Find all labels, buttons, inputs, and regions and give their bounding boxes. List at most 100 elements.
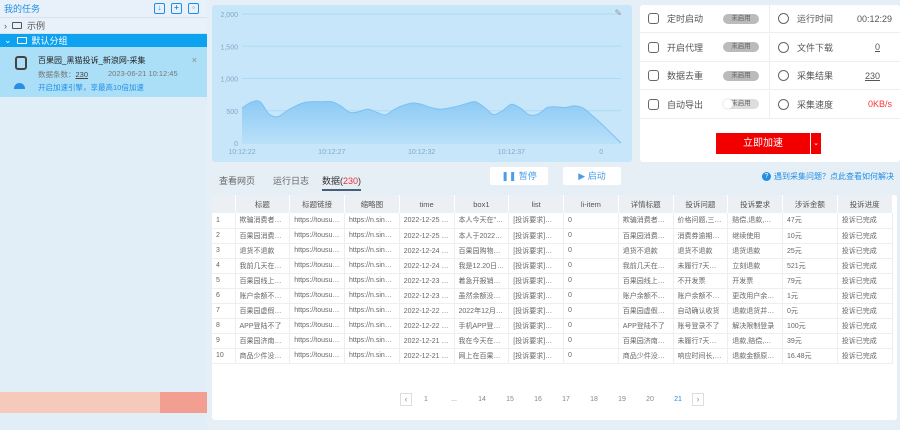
toggle-switch[interactable]: 未启用 — [723, 70, 759, 81]
table-cell: 10元 — [782, 228, 838, 244]
task-count[interactable]: 230 — [76, 70, 89, 79]
table-cell: 39元 — [782, 333, 838, 349]
column-header[interactable]: 详情标题 — [618, 195, 674, 213]
page-button[interactable]: 16 — [524, 396, 552, 403]
column-header[interactable]: 缩略图 — [344, 195, 400, 213]
task-card[interactable]: 百果园_黑猫投诉_新浪网-采集 数据条数：230 2023-06-21 10:1… — [0, 47, 207, 97]
folder-icon — [12, 22, 22, 29]
table-cell: [投诉要求]解决... — [508, 318, 564, 334]
y-tick-label: 1,000 — [220, 77, 238, 84]
folder-default[interactable]: ⌄ 默认分组 — [0, 33, 207, 47]
table-cell: 0 — [563, 213, 619, 229]
speed-gauge-icon — [14, 83, 25, 89]
toggle-switch[interactable]: 未启用 — [723, 13, 759, 24]
table-cell: 投诉已完成 — [837, 288, 893, 304]
tab-log[interactable]: 运行日志 — [273, 174, 309, 187]
table-cell: https://n.sinaim... — [344, 303, 400, 319]
tab-webpage[interactable]: 查看网页 — [219, 174, 255, 187]
table-cell: 开发票 — [727, 273, 783, 289]
new-task-icon[interactable]: + — [171, 3, 182, 14]
start-button[interactable]: ▶ 启动 — [563, 167, 621, 185]
table-row[interactable]: 7 百果园虚假发... https://tousu.s... https://n.si… — [212, 303, 893, 319]
export-icon — [648, 98, 659, 110]
page-button[interactable]: 14 — [468, 396, 496, 403]
accelerate-link[interactable]: 开启加速引擎，享最高10倍加速 — [38, 82, 144, 93]
column-header[interactable]: 投诉要求 — [727, 195, 783, 213]
column-header[interactable]: 标题链接 — [289, 195, 345, 213]
page-button[interactable]: 17 — [552, 396, 580, 403]
table-cell: 继续使用 — [727, 228, 783, 244]
stat-value[interactable]: 230 — [865, 71, 880, 81]
page-button[interactable]: 15 — [496, 396, 524, 403]
column-header[interactable]: 涉诉金额 — [782, 195, 838, 213]
table-cell: 退货退款 — [727, 243, 783, 259]
table-cell: [投诉要求]退款... — [508, 348, 564, 364]
table-row[interactable]: 6 账户余额不超... https://tousu.s... https://n.si… — [212, 288, 893, 304]
page-button[interactable]: 18 — [580, 396, 608, 403]
table-cell: 退款,赔偿,退款... — [727, 333, 783, 349]
table-row[interactable]: 4 我前几天在百... https://tousu.s... https://n.si… — [212, 258, 893, 274]
column-header[interactable]: li-item — [563, 195, 619, 213]
column-header[interactable]: 投诉问题 — [673, 195, 729, 213]
next-page-button[interactable]: › — [692, 393, 704, 406]
table-cell: 0 — [563, 273, 619, 289]
table-row[interactable]: 8 APP登陆不了 https://tousu.s... https://n.sina… — [212, 318, 893, 334]
page-button[interactable]: 19 — [608, 396, 636, 403]
column-header[interactable]: time — [399, 195, 455, 213]
page-button[interactable]: 20 — [636, 396, 664, 403]
import-icon[interactable]: ↓ — [154, 3, 165, 14]
bar-chart-icon — [778, 70, 789, 81]
tab-data[interactable]: 数据(230) — [322, 174, 362, 191]
dedupe-icon — [648, 70, 659, 81]
folder-icon — [16, 37, 27, 44]
pause-button[interactable]: ❚❚ 暂停 — [490, 167, 548, 185]
stat-value: 00:12:29 — [856, 13, 892, 24]
table-cell: [投诉要求]赔偿... — [508, 213, 564, 229]
page-button[interactable]: 1 — [412, 396, 440, 403]
column-header[interactable]: list — [508, 195, 564, 213]
page-button[interactable]: 21 — [664, 396, 692, 403]
stat-label: 运行时间 — [797, 14, 834, 24]
table-row[interactable]: 1 欺骗消费者，... https://tousu.s... https://n.si… — [212, 213, 893, 229]
table-cell: https://tousu.s... — [289, 333, 345, 349]
table-row[interactable]: 9 百果园济南华... https://tousu.s... https://n.si… — [212, 333, 893, 349]
column-header[interactable]: box1 — [454, 195, 510, 213]
stat-value[interactable]: 0 — [875, 42, 880, 52]
toggle-switch[interactable]: 未启用 — [723, 99, 759, 109]
y-tick-label: 1,500 — [220, 44, 238, 51]
table-row[interactable]: 2 百果园消费券... https://tousu.s... https://n.si… — [212, 228, 893, 244]
task-sidebar: 我的任务 ↓ + ◦ › 示例 ⌄ 默认分组 百果园_黑猫投诉_新浪网-采集 数据条… — [0, 0, 207, 430]
column-header[interactable] — [212, 195, 236, 213]
table-cell: 2022-12-22 于... — [399, 318, 455, 334]
folder-label: 示例 — [27, 21, 46, 31]
table-cell: 投诉已完成 — [837, 228, 893, 244]
help-link[interactable]: ? 遇到采集问题？点此查看如何解决 — [762, 171, 894, 182]
table-cell: 2022-12-21 于... — [399, 333, 455, 349]
folder-example[interactable]: › 示例 — [0, 17, 207, 33]
table-cell: 欺骗消费者，... — [235, 213, 291, 229]
table-cell: https://tousu.s... — [289, 348, 345, 364]
table-cell: 账号登录不了 — [673, 318, 729, 334]
table-row[interactable]: 10 商品少件没提... https://tousu.s... https://n.s… — [212, 348, 893, 364]
table-cell: 我是12.20日在... — [454, 258, 510, 274]
boost-button[interactable]: 立即加速 — [716, 133, 810, 154]
table-row[interactable]: 3 退货不退款 https://tousu.s... https://n.sinaim… — [212, 243, 893, 259]
search-task-icon[interactable]: ◦ — [188, 3, 199, 14]
prev-page-button[interactable]: ‹ — [400, 393, 412, 406]
table-cell: 百果园济南华... — [235, 333, 291, 349]
edit-icon[interactable]: ✎ — [614, 8, 622, 19]
boost-dropdown[interactable]: ⌄ — [811, 133, 821, 154]
table-cell: 退货不退款 — [235, 243, 291, 259]
toggle-switch[interactable]: 未启用 — [723, 42, 759, 52]
column-header[interactable]: 投诉进度 — [837, 195, 893, 213]
x-tick-label: 0 — [599, 149, 603, 156]
table-cell: [投诉要求]退款... — [508, 303, 564, 319]
close-icon[interactable]: × — [192, 55, 197, 65]
table-cell: 2 — [212, 228, 236, 244]
speedometer-icon — [778, 98, 789, 110]
column-header[interactable]: 标题 — [235, 195, 291, 213]
chart-svg: 0 500 1,000 1,500 2,000 10:12:22 10:12:27 10:12… — [220, 12, 622, 156]
table-row[interactable]: 5 百果园线上订... https://tousu.s... https://n.si… — [212, 273, 893, 289]
table-cell: 2022-12-21 于... — [399, 348, 455, 364]
table-cell: APP登陆不了 — [235, 318, 291, 334]
